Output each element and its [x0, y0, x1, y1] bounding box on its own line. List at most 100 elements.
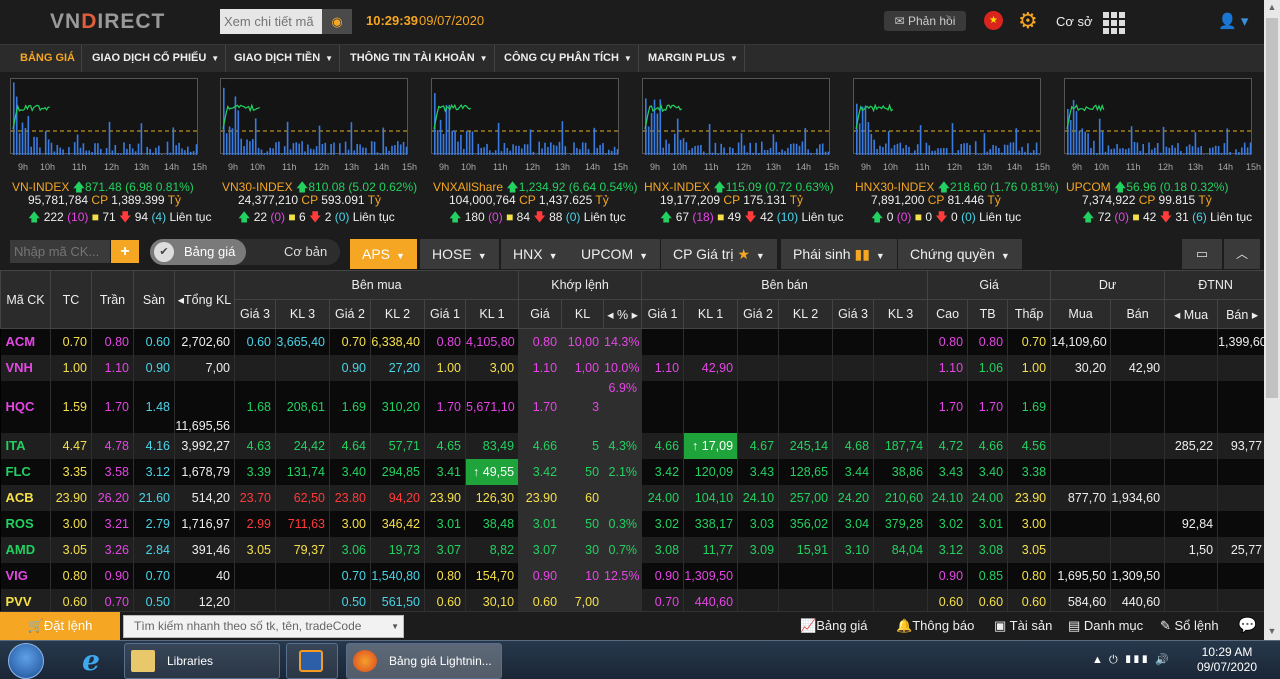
nav-cong-cu-phan-tich[interactable]: CÔNG CỤ PHÂN TÍCH ▼ [498, 45, 639, 73]
nav-thong-tin-tai-khoan[interactable]: THÔNG TIN TÀI KHOẢN ▼ [344, 45, 495, 73]
user-icon[interactable]: 👤 ▾ [1218, 12, 1248, 30]
index-chart-frame[interactable] [1064, 78, 1253, 155]
add-symbol-button[interactable]: + [111, 240, 139, 263]
cell-sym[interactable]: VIG [0, 562, 51, 589]
subcol-14[interactable]: KL 3 [873, 299, 929, 329]
apps-grid-icon[interactable] [1103, 12, 1125, 34]
subcol-7[interactable]: KL [561, 299, 605, 329]
index-chart-frame[interactable] [642, 78, 831, 155]
feedback-button[interactable]: ✉ Phản hồi [884, 11, 966, 31]
col-ma-ck[interactable]: Mã CK [0, 270, 51, 329]
table-row[interactable]: ACM 0.70 0.80 0.60 2,702,60 0.60 3,665,40 0.70 6… [0, 328, 1264, 355]
scroll-thumb[interactable] [1266, 18, 1278, 398]
subcol-2[interactable]: Giá 2 [329, 299, 371, 329]
index-chart-frame[interactable] [10, 78, 199, 155]
table-row[interactable]: VIG 0.80 0.90 0.70 40 0.70 1,540,80 0.80 154,70 0… [0, 562, 1264, 589]
subcol-13[interactable]: Giá 3 [832, 299, 875, 329]
link-bang-gia[interactable]: 📈Bảng giá [800, 612, 868, 640]
tab-cp-gia-tri[interactable]: CP Giá trị ★ ▼ [661, 239, 777, 269]
cell-sym[interactable]: ACM [0, 328, 51, 355]
subcol-5[interactable]: KL 1 [464, 299, 520, 329]
place-order-button[interactable]: 🛒Đặt lệnh [0, 612, 120, 641]
subcol-18[interactable]: Mua [1050, 299, 1112, 329]
subcol-12[interactable]: KL 2 [778, 299, 834, 329]
view-toggle[interactable]: Bảng giá ✔ Cơ bản [150, 239, 340, 265]
cell-sym[interactable]: ACB [0, 484, 51, 511]
table-row[interactable]: HQC 1.59 1.70 1.48 11,695,56 1.68 208,61 1.69 31… [0, 380, 1264, 433]
subcol-10[interactable]: KL 1 [683, 299, 739, 329]
subcol-11[interactable]: Giá 2 [737, 299, 780, 329]
tab-chung-quyen[interactable]: Chứng quyền ▼ [898, 239, 1022, 269]
table-row[interactable]: PVV 0.60 0.70 0.50 12,20 0.50 561,50 0.60 30,10 0… [0, 588, 1264, 611]
index-chart-frame[interactable] [431, 78, 620, 155]
table-row[interactable]: VNH 1.00 1.10 0.90 7,00 0.90 27,20 1.00 3,00 1.10… [0, 354, 1264, 381]
col-tran[interactable]: Trần [91, 270, 134, 329]
table-row[interactable]: ROS 3.00 3.21 2.79 1,716,97 2.99 711,63 3.00 346… [0, 510, 1264, 537]
subcol-1[interactable]: KL 3 [275, 299, 330, 329]
tab-phai-sinh[interactable]: Phái sinh ▮▮ ▼ [781, 239, 897, 269]
subcol-4[interactable]: Giá 1 [424, 299, 466, 329]
vietnam-flag-icon[interactable]: ★ [984, 11, 1003, 30]
document-icon: ▤ [1068, 618, 1084, 633]
cell-sym[interactable]: PVV [0, 588, 51, 611]
subcol-17[interactable]: Thấp [1007, 299, 1052, 329]
nav-bang-gia[interactable]: BẢNG GIÁ [14, 45, 82, 73]
tab-upcom[interactable]: UPCOM ▼ [569, 239, 661, 269]
subcol-19[interactable]: Bán [1110, 299, 1166, 329]
col-tong-kl[interactable]: ◂Tổng KL [174, 270, 235, 329]
taskbar-browser[interactable]: Bảng giá Lightnin... [346, 643, 502, 679]
windows-start-icon[interactable] [8, 643, 44, 679]
subcol-16[interactable]: TB [967, 299, 1009, 329]
account-mode-label[interactable]: Cơ sở [1056, 14, 1093, 29]
nav-giao-dich-tien[interactable]: GIAO DỊCH TIỀN ▼ [228, 45, 341, 73]
subcol-0[interactable]: Giá 3 [234, 299, 276, 329]
taskbar-clock[interactable]: 10:29 AM 09/07/2020 [1192, 645, 1262, 675]
symbol-input[interactable] [10, 240, 110, 263]
down-arrow-icon: 🡇 [533, 210, 546, 224]
nav-margin-plus[interactable]: MARGIN PLUS ▼ [642, 45, 745, 73]
tab-hnx[interactable]: HNX ▼ [501, 239, 570, 269]
cell-sym[interactable]: ROS [0, 510, 51, 537]
tab-hose[interactable]: HOSE ▼ [420, 239, 499, 269]
vndirect-logo[interactable]: VNDIRECT [50, 10, 165, 34]
cell-sym[interactable]: VNH [0, 354, 51, 381]
link-thong-bao[interactable]: 🔔Thông báo [896, 612, 974, 640]
col-tc[interactable]: TC [50, 270, 92, 329]
nav-giao-dich-co-phieu[interactable]: GIAO DỊCH CỔ PHIẾU ▼ [86, 45, 227, 73]
table-row[interactable]: FLC 3.35 3.58 3.12 1,678,79 3.39 131,74 3.40 294… [0, 458, 1264, 485]
internet-explorer-icon[interactable]: e [74, 644, 108, 678]
index-chart-frame[interactable] [853, 78, 1042, 155]
link-so-lenh[interactable]: ✎ Sổ lệnh [1160, 612, 1219, 640]
subcol-6[interactable]: Giá [518, 299, 563, 329]
symbol-detail-search-input[interactable] [220, 9, 322, 34]
subcol-3[interactable]: KL 2 [370, 299, 425, 329]
monitor-icon[interactable]: ▭ [1182, 239, 1222, 269]
gear-icon[interactable]: ⚙ [1018, 9, 1038, 33]
cell-sym[interactable]: ITA [0, 432, 51, 459]
taskbar-libraries[interactable]: Libraries [124, 643, 280, 679]
quick-search-input[interactable]: Tìm kiếm nhanh theo số tk, tên, tradeCod… [123, 615, 404, 638]
tab-aps[interactable]: APS ▼ [350, 239, 417, 269]
taskbar-media-player[interactable] [286, 643, 338, 679]
subcol-9[interactable]: Giá 1 [641, 299, 685, 329]
link-danh-muc[interactable]: ▤ Danh mục [1068, 612, 1143, 640]
chat-bubble-icon[interactable]: 💬 [1238, 612, 1257, 640]
table-row[interactable]: ACB 23.90 26.20 21.60 514,20 23.70 62,50 23.80 9… [0, 484, 1264, 511]
subcol-21[interactable]: Bán ▸ [1217, 299, 1264, 329]
table-row[interactable]: AMD 3.05 3.26 2.84 391,46 3.05 79,37 3.06 19,73 3… [0, 536, 1264, 563]
cell-sym[interactable]: FLC [0, 458, 51, 485]
collapse-up-icon[interactable]: ︿ [1224, 239, 1260, 269]
cell-sym[interactable]: AMD [0, 536, 51, 563]
cell-sym[interactable]: HQC [0, 380, 51, 433]
system-tray-icons[interactable]: ▲ ⏻ ▮▮▮ 🔊 [1092, 653, 1169, 667]
subcol-20[interactable]: ◂ Mua [1164, 299, 1219, 329]
toggle-co-ban[interactable]: Cơ bản [284, 239, 327, 265]
subcol-15[interactable]: Cao [927, 299, 969, 329]
index-chart-frame[interactable] [220, 78, 409, 155]
table-row[interactable]: ITA 4.47 4.78 4.16 3,992,27 4.63 24,42 4.64 57,7… [0, 432, 1264, 459]
page-scrollbar[interactable]: ▲ ▼ [1264, 0, 1280, 640]
subcol-8[interactable]: ◂ % ▸ [603, 299, 643, 329]
eye-icon[interactable]: ◉ [322, 9, 352, 34]
link-tai-san[interactable]: ▣ Tài sản [994, 612, 1052, 640]
col-san[interactable]: Sàn [133, 270, 175, 329]
